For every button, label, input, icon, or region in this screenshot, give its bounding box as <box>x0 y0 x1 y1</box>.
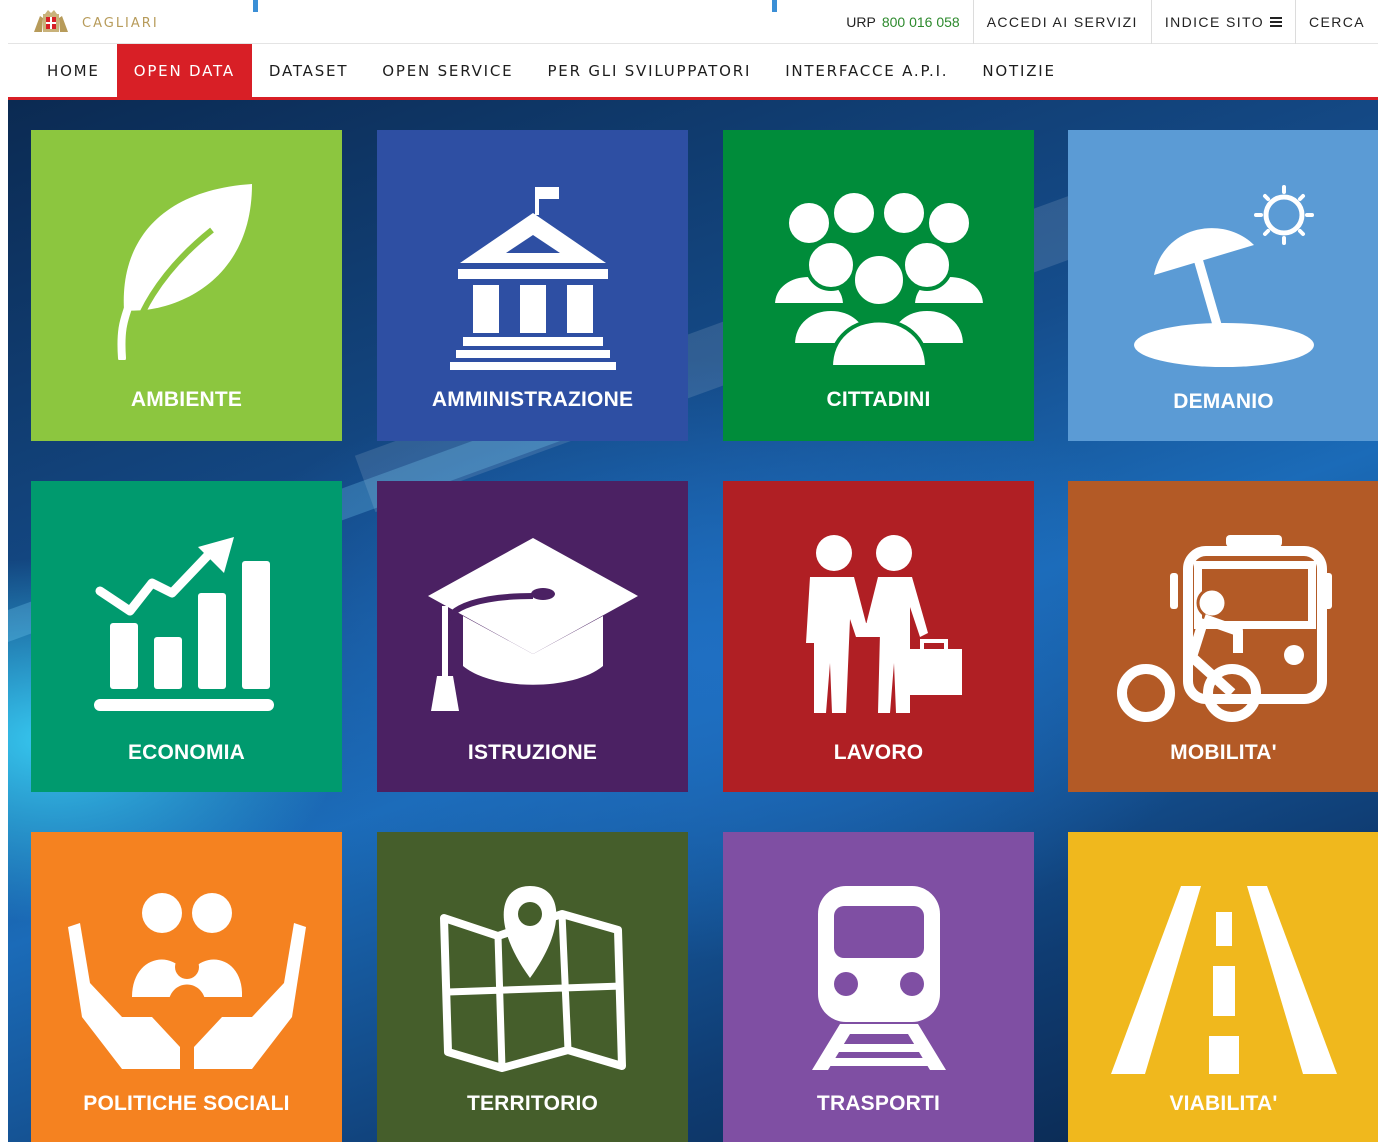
tile-politiche-sociali[interactable]: POLITICHE SOCIALI <box>31 832 342 1142</box>
tile-economia[interactable]: ECONOMIA <box>31 481 342 792</box>
bus-bicycle-icon <box>1116 535 1332 722</box>
indice-sito-link[interactable]: INDICE SITO <box>1150 0 1295 44</box>
train-icon <box>811 886 946 1070</box>
tile-label: MOBILITA' <box>1170 741 1277 764</box>
tile-label: TERRITORIO <box>466 1092 599 1115</box>
nav-item-home[interactable]: HOME <box>30 44 117 97</box>
beach-umbrella-icon <box>1133 185 1314 367</box>
tile-label: DEMANIO <box>1173 390 1274 413</box>
tile-territorio[interactable]: TERRITORIO <box>377 832 688 1142</box>
family-hands-icon <box>67 893 306 1069</box>
indice-sito-label: INDICE SITO <box>1164 14 1264 30</box>
urp-contact[interactable]: URP 800 016 058 <box>833 0 972 44</box>
nav-item-per-gli-sviluppatori[interactable]: PER GLI SVILUPPATORI <box>530 44 768 97</box>
tile-cittadini[interactable]: CITTADINI <box>723 130 1034 441</box>
tile-demanio[interactable]: DEMANIO <box>1068 130 1378 441</box>
urp-phone-number[interactable]: 800 016 058 <box>882 14 960 30</box>
road-icon <box>1110 886 1337 1074</box>
utility-bar: CAGLIARI URP 800 016 058 ACCEDI AI SERVI… <box>8 0 1378 44</box>
main-navigation: HOME OPEN DATA DATASET OPEN SERVICE PER … <box>8 44 1378 100</box>
tile-label: ECONOMIA <box>127 741 246 764</box>
tile-ambiente[interactable]: AMBIENTE <box>31 130 342 441</box>
leaf-icon <box>117 184 252 360</box>
tile-label: AMMINISTRAZIONE <box>431 388 634 411</box>
handshake-icon <box>805 535 962 713</box>
cerca-link[interactable]: CERCA <box>1294 0 1378 44</box>
tile-mobilita[interactable]: MOBILITA' <box>1068 481 1378 792</box>
accedi-ai-servizi-link[interactable]: ACCEDI AI SERVIZI <box>972 0 1151 44</box>
growth-chart-icon <box>93 537 274 711</box>
tile-label: ISTRUZIONE <box>467 741 598 764</box>
city-crest-icon <box>34 10 68 32</box>
nav-item-dataset[interactable]: DATASET <box>252 44 365 97</box>
tile-label: VIABILITA' <box>1169 1092 1278 1115</box>
tile-label: LAVORO <box>833 741 924 764</box>
tile-lavoro[interactable]: LAVORO <box>723 481 1034 792</box>
nav-item-notizie[interactable]: NOTIZIE <box>965 44 1072 97</box>
crowd-icon <box>770 189 987 369</box>
tile-trasporti[interactable]: TRASPORTI <box>723 832 1034 1142</box>
tile-label: TRASPORTI <box>816 1092 941 1115</box>
city-hall-icon <box>449 187 616 370</box>
category-hero: AMBIENTE AMMINISTRAZIONE CITTADINI DEMAN… <box>8 100 1378 1142</box>
brand-name: CAGLIARI <box>82 15 159 31</box>
utility-links: URP 800 016 058 ACCEDI AI SERVIZI INDICE… <box>833 0 1378 44</box>
map-pin-icon <box>439 886 626 1072</box>
tile-label: AMBIENTE <box>130 388 243 411</box>
tile-viabilita[interactable]: VIABILITA' <box>1068 832 1378 1142</box>
brand-logo-link[interactable]: CAGLIARI <box>32 8 159 38</box>
graduation-cap-icon <box>427 538 638 711</box>
urp-label: URP <box>846 14 876 30</box>
tile-istruzione[interactable]: ISTRUZIONE <box>377 481 688 792</box>
hamburger-menu-icon <box>1269 17 1282 27</box>
nav-item-interfacce-api[interactable]: INTERFACCE A.P.I. <box>768 44 965 97</box>
tile-amministrazione[interactable]: AMMINISTRAZIONE <box>377 130 688 441</box>
nav-item-open-data[interactable]: OPEN DATA <box>116 44 252 97</box>
tile-label: CITTADINI <box>826 388 931 411</box>
nav-item-open-service[interactable]: OPEN SERVICE <box>365 44 530 97</box>
tile-label: POLITICHE SOCIALI <box>83 1092 290 1115</box>
